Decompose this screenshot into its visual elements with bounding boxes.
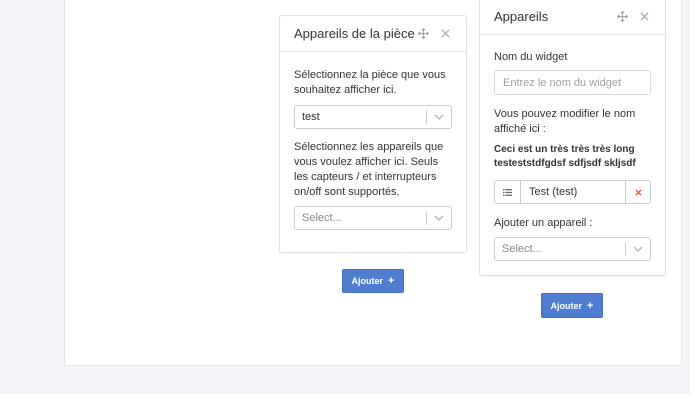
plus-icon: + [587,299,594,312]
add-device-label: Ajouter un appareil : [494,217,593,229]
widget-name-placeholder: Entrez le nom du widget [503,76,622,89]
chevron-down-icon [427,114,451,120]
move-icon[interactable] [615,10,629,24]
close-icon[interactable] [637,10,651,24]
add-button-label: Ajouter [351,276,384,286]
widget-name-input[interactable]: Entrez le nom du widget [494,70,651,95]
card-body: Nom du widget Entrez le nom du widget Vo… [480,35,665,275]
widget-name-label: Nom du widget [494,51,568,63]
card-body: Sélectionnez la pièce que vous souhaitez… [280,52,466,244]
move-icon[interactable] [416,27,430,41]
device-name: Test (test) [529,186,578,198]
add-button-label: Ajouter [550,300,583,311]
plus-icon: + [388,275,395,287]
close-icon[interactable] [438,27,452,41]
modify-name-label: Vous pouvez modifier le nom affiché ici … [494,108,636,135]
room-select-label: Sélectionnez la pièce que vous souhaitez… [294,69,446,96]
devices-select[interactable]: Select... [294,206,452,230]
list-icon[interactable] [495,181,521,203]
devices-card: Appareils Nom du widget Entrez le nom du… [479,0,666,276]
displayed-name-text: Ceci est un très très très long testests… [494,144,636,169]
add-widget-button[interactable]: Ajouter + [342,269,404,293]
devices-select-placeholder: Select... [302,212,342,224]
chevron-down-icon [427,215,451,221]
room-select-value: test [302,111,320,123]
card-title: Appareils [494,9,549,24]
add-device-placeholder: Select... [502,243,542,255]
devices-select-label: Sélectionnez les appareils que vous voul… [294,141,444,198]
card-header: Appareils [480,0,665,35]
room-devices-card: Appareils de la pièce Sélectionnez la pi… [279,15,467,253]
room-select[interactable]: test [294,105,452,129]
card-title: Appareils de la pièce [294,26,415,41]
add-widget-button[interactable]: Ajouter + [541,293,603,318]
add-device-select[interactable]: Select... [494,237,651,261]
delete-x-icon[interactable] [625,181,650,203]
device-list-item: Test (test) [494,180,651,204]
card-header: Appareils de la pièce [280,16,466,52]
chevron-down-icon [626,246,650,252]
